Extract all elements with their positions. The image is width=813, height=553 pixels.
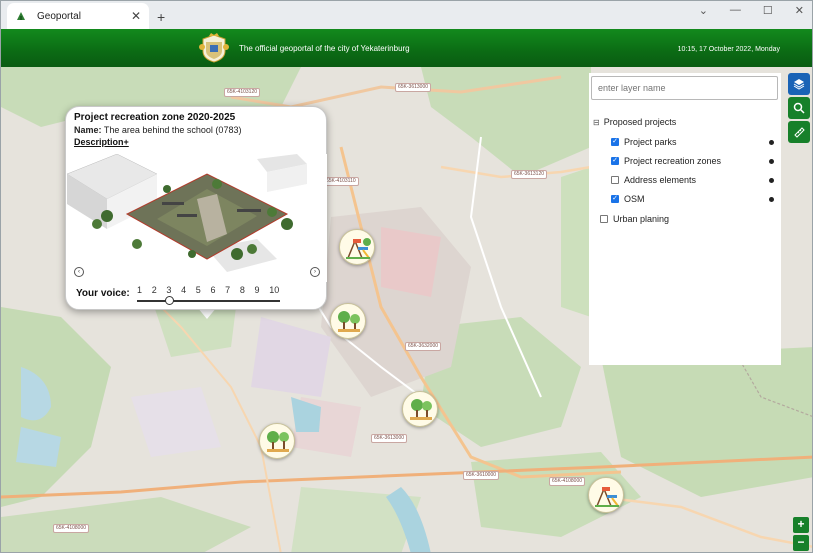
geoportal-favicon-icon bbox=[17, 12, 25, 20]
layer-item-osm[interactable]: ✓ OSM bbox=[611, 194, 645, 204]
layer-label: OSM bbox=[624, 194, 645, 204]
vote-slider-thumb[interactable] bbox=[165, 296, 175, 305]
popup-name: Name: The area behind the school (0783) bbox=[74, 125, 241, 135]
road-label: 65K-3613000 bbox=[371, 434, 408, 443]
vote-option[interactable]: 3 bbox=[166, 285, 181, 295]
minimize-button[interactable]: — bbox=[730, 4, 741, 17]
measure-button[interactable] bbox=[788, 121, 810, 143]
layer-item-project-parks[interactable]: ✓ Project parks bbox=[611, 137, 677, 147]
collapse-icon[interactable]: ⊟ bbox=[593, 118, 600, 127]
road-label: 65K-4108000 bbox=[549, 477, 586, 486]
previous-image-button[interactable]: ‹ bbox=[74, 267, 84, 277]
layer-checkbox[interactable]: ✓ bbox=[611, 195, 619, 203]
popup-name-label: Name: bbox=[74, 125, 102, 135]
project-popup: Project recreation zone 2020-2025 Name: … bbox=[65, 106, 327, 310]
description-link[interactable]: Description+ bbox=[74, 137, 129, 147]
tab-search-icon[interactable]: ⌄ bbox=[699, 4, 708, 17]
vote-option[interactable]: 1 bbox=[137, 285, 152, 295]
vote-option[interactable]: 9 bbox=[255, 285, 270, 295]
layer-checkbox[interactable] bbox=[611, 176, 619, 184]
search-icon bbox=[793, 102, 805, 114]
layer-item-address-elements[interactable]: Address elements bbox=[611, 175, 696, 185]
popup-name-value: The area behind the school (0783) bbox=[103, 125, 242, 135]
project-marker[interactable] bbox=[330, 303, 366, 339]
vote-option[interactable]: 4 bbox=[181, 285, 196, 295]
tab-strip: Geoportal ✕ + ⌄ — ☐ ✕ bbox=[1, 1, 812, 29]
site-header: The official geoportal of the city of Ye… bbox=[1, 29, 812, 67]
layers-button[interactable] bbox=[788, 73, 810, 95]
layer-label: Address elements bbox=[624, 175, 697, 185]
project-render-image bbox=[67, 154, 327, 282]
site-title: The official geoportal of the city of Ye… bbox=[239, 44, 410, 53]
layer-checkbox[interactable]: ✓ bbox=[611, 157, 619, 165]
vote-option[interactable]: 5 bbox=[196, 285, 211, 295]
road-label: 65K-4108000 bbox=[53, 524, 90, 533]
vote-option[interactable]: 2 bbox=[152, 285, 167, 295]
road-label: 65K-3632000 bbox=[405, 342, 442, 351]
search-button[interactable] bbox=[788, 97, 810, 119]
layer-label: Urban planing bbox=[613, 214, 670, 224]
road-label: 65K-3613000 bbox=[395, 83, 432, 92]
vote-option[interactable]: 10 bbox=[269, 285, 284, 295]
vote-option[interactable]: 8 bbox=[240, 285, 255, 295]
vote-option[interactable]: 7 bbox=[225, 285, 240, 295]
new-tab-button[interactable]: + bbox=[157, 9, 165, 25]
layer-search-input[interactable] bbox=[591, 76, 778, 100]
layer-checkbox[interactable] bbox=[600, 215, 608, 223]
layer-options-icon[interactable] bbox=[769, 159, 774, 164]
layers-panel: ⊟ Proposed projects ✓ Project parks ✓ Pr… bbox=[589, 73, 781, 365]
tab-geoportal[interactable]: Geoportal ✕ bbox=[7, 3, 149, 29]
browser-window: Geoportal ✕ + ⌄ — ☐ ✕ The official geopo… bbox=[0, 0, 813, 553]
road-label: 65K-4103120 bbox=[224, 88, 261, 97]
project-marker[interactable] bbox=[259, 423, 295, 459]
layer-label: Project parks bbox=[624, 137, 677, 147]
vote-option[interactable]: 6 bbox=[210, 285, 225, 295]
header-datetime: 10:15, 17 October 2022, Monday bbox=[677, 46, 780, 53]
layer-group-proposed-projects[interactable]: ⊟ Proposed projects bbox=[593, 117, 676, 127]
project-marker[interactable] bbox=[588, 477, 624, 513]
zoom-out-button[interactable]: − bbox=[793, 535, 809, 551]
layer-item-urban-planing[interactable]: Urban planing bbox=[600, 214, 669, 224]
vote-label: Your voice: bbox=[76, 288, 130, 299]
road-label: 65K-3613120 bbox=[511, 170, 548, 179]
next-image-button[interactable]: › bbox=[310, 267, 320, 277]
map-canvas[interactable]: 65K-4103120 65K-3613000 65K-3613120 65K-… bbox=[1, 67, 812, 552]
layer-item-project-recreation-zones[interactable]: ✓ Project recreation zones bbox=[611, 156, 721, 166]
playground-icon bbox=[346, 238, 371, 259]
playground-icon bbox=[595, 487, 619, 507]
project-marker[interactable] bbox=[339, 229, 375, 265]
layer-group-label: Proposed projects bbox=[603, 117, 677, 127]
layers-icon bbox=[793, 79, 805, 90]
ruler-icon bbox=[794, 127, 805, 138]
road-label: 65K-4103110 bbox=[323, 177, 359, 186]
park-icon bbox=[338, 311, 360, 332]
project-marker[interactable] bbox=[402, 391, 438, 427]
road-label: 65K-3610000 bbox=[463, 471, 500, 480]
vote-slider-track[interactable] bbox=[137, 300, 280, 302]
layer-options-icon[interactable] bbox=[769, 140, 774, 145]
park-icon bbox=[267, 431, 289, 452]
tab-close-icon[interactable]: ✕ bbox=[131, 9, 141, 23]
vote-scale: 1 2 3 4 5 6 7 8 9 10 bbox=[137, 285, 284, 295]
yekaterinburg-coat-of-arms-icon[interactable] bbox=[198, 33, 230, 63]
layer-label: Project recreation zones bbox=[624, 156, 722, 166]
park-icon bbox=[410, 399, 432, 420]
close-window-button[interactable]: ✕ bbox=[795, 4, 804, 17]
tab-title: Geoportal bbox=[37, 10, 81, 22]
popup-title: Project recreation zone 2020-2025 bbox=[74, 112, 236, 123]
window-controls: ⌄ — ☐ ✕ bbox=[699, 4, 804, 17]
layer-options-icon[interactable] bbox=[769, 178, 774, 183]
layer-checkbox[interactable]: ✓ bbox=[611, 138, 619, 146]
zoom-in-button[interactable]: + bbox=[793, 517, 809, 533]
maximize-button[interactable]: ☐ bbox=[763, 4, 773, 17]
layer-options-icon[interactable] bbox=[769, 197, 774, 202]
